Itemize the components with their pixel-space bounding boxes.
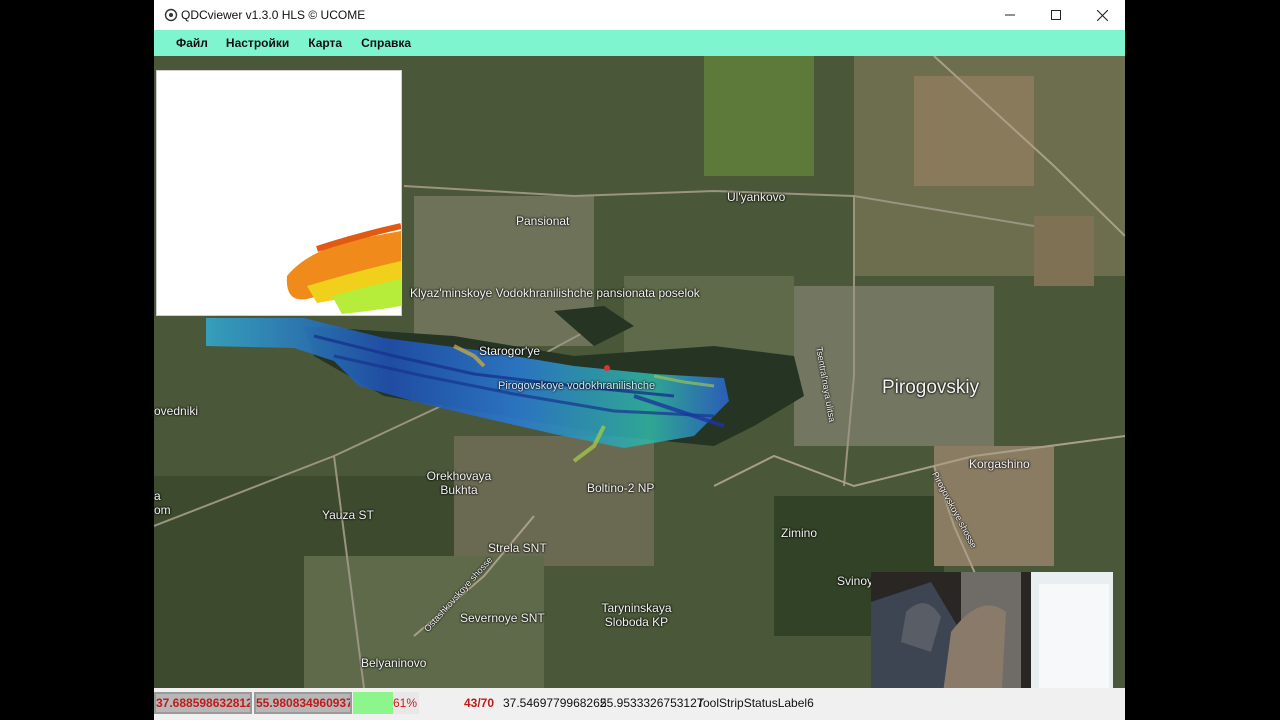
map-label-a: a — [154, 489, 161, 503]
satellite-map[interactable]: Pansionat Ul'yankovo Klyaz'minskoye Vodo… — [154, 56, 1125, 688]
map-label-korgashino: Korgashino — [969, 457, 1030, 471]
map-label-pirogovskiy: Pirogovskiy — [882, 377, 980, 398]
progress-fill — [353, 692, 394, 714]
map-label-starogorye: Starogor'ye — [479, 344, 540, 358]
status-bar: 37.688598632812 55.980834960937 61% 43/7… — [154, 688, 1125, 720]
map-label-om: om — [154, 503, 171, 517]
menu-bar: Файл Настройки Карта Справка — [154, 30, 1125, 56]
menu-file[interactable]: Файл — [176, 36, 208, 50]
close-button[interactable] — [1079, 0, 1125, 30]
minimize-button[interactable] — [987, 0, 1033, 30]
map-label-klyazminskoye: Klyaz'minskoye Vodokhranilishche pansion… — [410, 286, 700, 300]
map-label-severnoye: Severnoye SNT — [460, 611, 545, 625]
map-label-ulyankovo: Ul'yankovo — [727, 190, 786, 204]
map-label-belyaninovo: Belyaninovo — [361, 656, 427, 670]
progress-label: 61% — [392, 696, 417, 710]
longitude-field[interactable]: 37.688598632812 — [154, 692, 252, 714]
track-preview-graphic — [286, 223, 401, 314]
cursor-latitude: 55.9533326753127 — [600, 696, 704, 710]
app-logo-icon — [164, 8, 178, 22]
maximize-icon — [1051, 10, 1061, 20]
menu-help[interactable]: Справка — [361, 36, 411, 50]
map-label-strela: Strela SNT — [488, 541, 547, 555]
map-label-pirogovskoye-reservoir: Pirogovskoye vodokhranilishche — [498, 380, 656, 392]
map-label-boltino: Boltino-2 NP — [587, 481, 655, 495]
map-label-orekhovaya-bukhta: Orekhovaya Bukhta — [426, 469, 492, 497]
map-label-pansionat: Pansionat — [516, 214, 570, 228]
map-label-svinoy: Svinoy — [837, 574, 874, 588]
webcam-overlay — [871, 572, 1113, 688]
point-counter: 43/70 — [464, 696, 495, 710]
title-bar[interactable]: QDCviewer v1.3.0 HLS © UCOME — [154, 0, 1125, 30]
window-title: QDCviewer v1.3.0 HLS © UCOME — [181, 8, 366, 22]
map-label-taryninskaya: Taryninskaya Sloboda KP — [601, 601, 672, 629]
cursor-longitude: 37.5469779968262 — [503, 696, 607, 710]
progress-bar: 61% — [353, 692, 419, 714]
status-label-6: ToolStripStatusLabel6 — [697, 696, 814, 710]
app-window: QDCviewer v1.3.0 HLS © UCOME Файл Настро… — [154, 0, 1125, 720]
menu-map[interactable]: Карта — [308, 36, 342, 50]
close-icon — [1096, 9, 1108, 21]
map-label-ovedniki: ovedniki — [154, 404, 199, 418]
webcam-image — [871, 572, 1113, 688]
track-preview[interactable] — [156, 70, 402, 316]
map-label-yauza: Yauza ST — [322, 508, 374, 522]
latitude-field[interactable]: 55.980834960937 — [254, 692, 352, 714]
minimize-icon — [1005, 14, 1015, 16]
menu-settings[interactable]: Настройки — [226, 36, 289, 50]
maximize-button[interactable] — [1033, 0, 1079, 30]
map-label-zimino: Zimino — [781, 526, 818, 540]
